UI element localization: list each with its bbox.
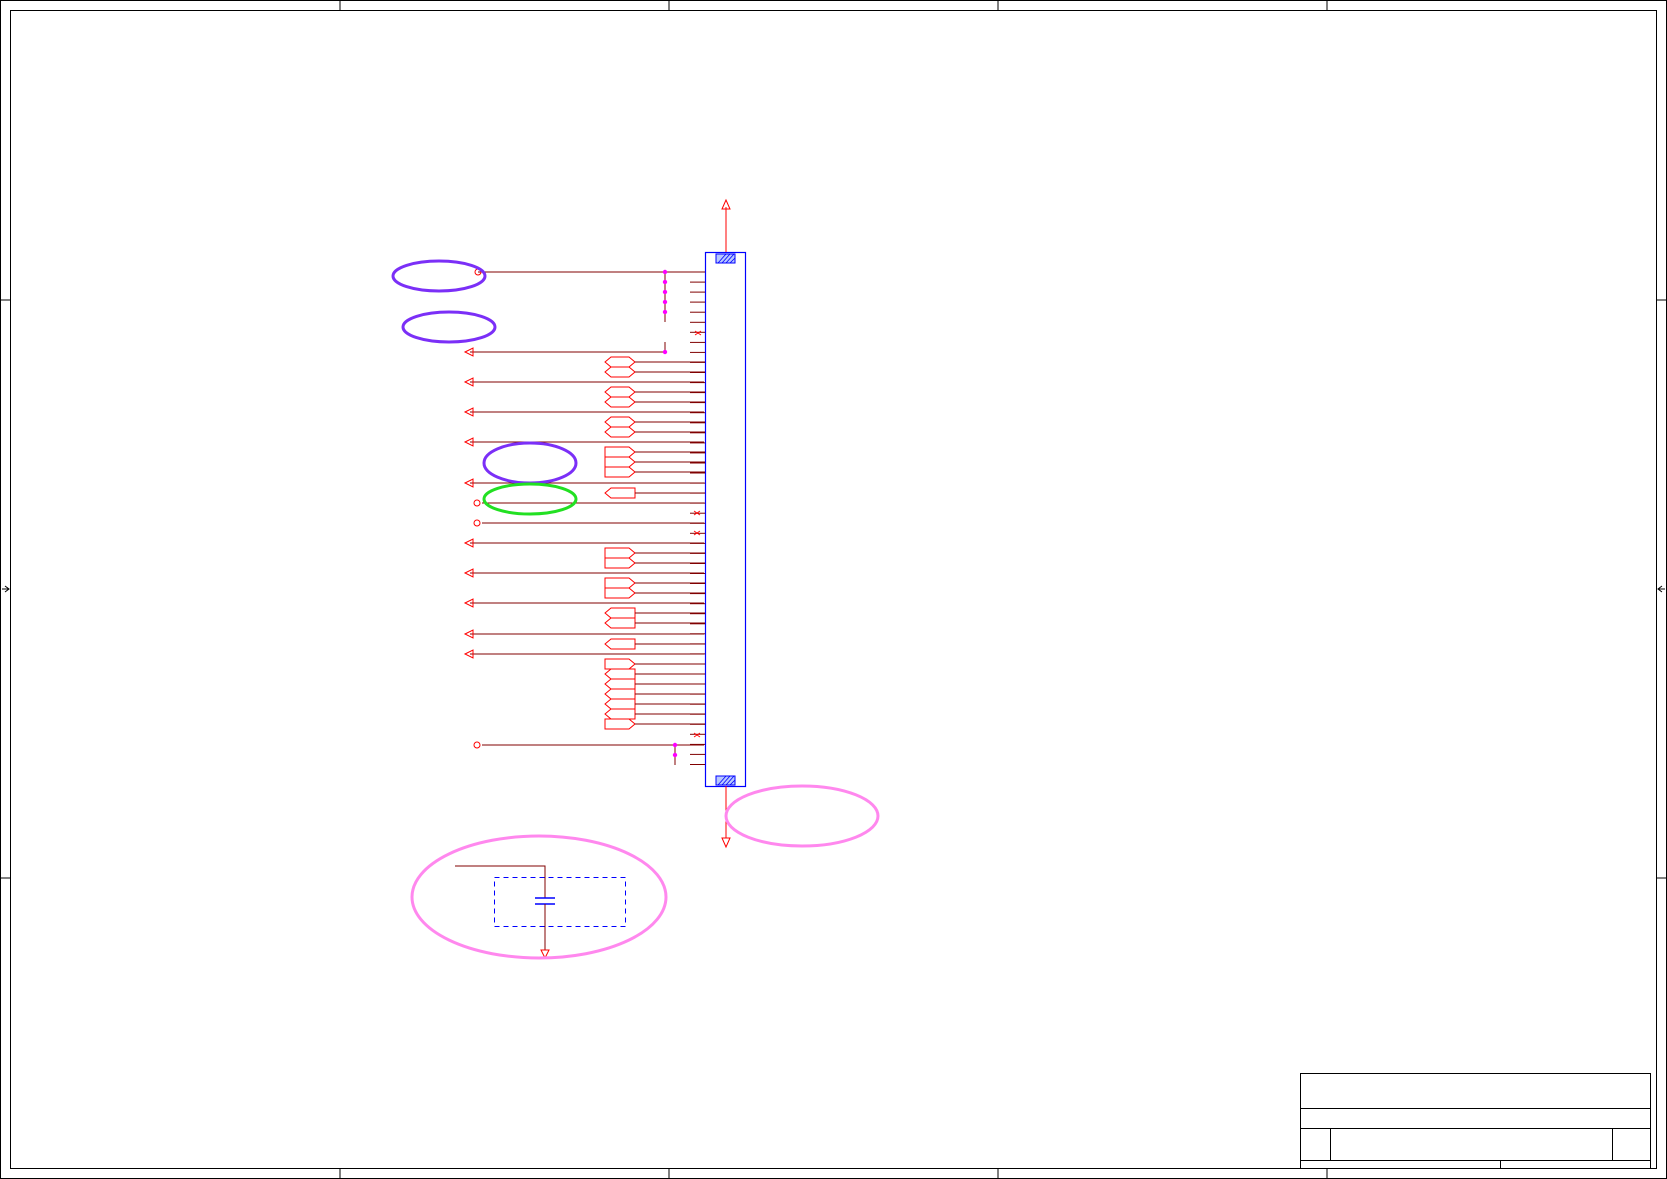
connector-pin-stubs xyxy=(690,271,705,765)
diff-port-1a xyxy=(604,356,636,368)
test-point-8 xyxy=(473,519,481,527)
power-symbols xyxy=(721,198,731,849)
in-port-11d xyxy=(604,698,636,710)
out-port-12 xyxy=(604,718,636,730)
diff-port-2a xyxy=(604,386,636,398)
junction-6 xyxy=(662,349,668,355)
junction-2 xyxy=(662,279,668,285)
diff-port-3a xyxy=(604,416,636,428)
out-port-4a xyxy=(604,446,636,458)
junction-4 xyxy=(662,299,668,305)
in-port-11b xyxy=(604,678,636,690)
out-port-7b xyxy=(604,587,636,599)
in-port-5 xyxy=(604,487,636,499)
highlight-bottom-gnd xyxy=(724,784,880,848)
drawing-frame xyxy=(0,0,1667,1179)
title-block-outer xyxy=(1300,1073,1651,1169)
connector-body xyxy=(704,251,747,788)
in-port-11e xyxy=(604,708,636,720)
junction-7 xyxy=(672,742,678,748)
diff-port-1b xyxy=(604,366,636,378)
outer-border xyxy=(0,0,1667,1179)
cap-wire-top xyxy=(455,865,546,898)
in-port-11c xyxy=(604,688,636,700)
in-port-8a xyxy=(604,607,636,619)
junction-1 xyxy=(662,269,668,275)
in-port-9 xyxy=(604,638,636,650)
highlight-power-net xyxy=(391,259,487,293)
out-port-6a xyxy=(604,547,636,559)
schematic-sheet xyxy=(0,0,1667,1179)
signal-wires xyxy=(470,271,704,765)
out-port-10 xyxy=(604,658,636,670)
center-arrow-right xyxy=(1657,585,1665,593)
out-port-4c xyxy=(604,466,636,478)
center-arrow-left xyxy=(2,585,10,593)
bottom-gnd-arrow xyxy=(721,837,731,849)
zone-ticks-top xyxy=(339,0,1328,11)
test-point-7 xyxy=(473,499,481,507)
in-port-8b xyxy=(604,617,636,629)
highlight-gnd-net xyxy=(401,310,497,344)
highlight-capacitor xyxy=(410,834,668,960)
zone-ticks-bottom xyxy=(339,1168,1328,1179)
highlight-signal-group xyxy=(482,441,578,485)
inner-border xyxy=(10,10,1657,1169)
no-connect-1 xyxy=(694,330,702,336)
junction-3 xyxy=(662,289,668,295)
test-point-14 xyxy=(473,741,481,749)
out-port-7a xyxy=(604,577,636,589)
no-connect-4 xyxy=(693,732,701,738)
connector xyxy=(704,251,747,788)
diff-port-2b xyxy=(604,396,636,408)
capacitor-circuit xyxy=(455,865,626,960)
in-port-11a xyxy=(604,668,636,680)
diff-port-3b xyxy=(604,426,636,438)
junction-5 xyxy=(662,309,668,315)
title-block xyxy=(1300,1073,1651,1169)
junction-8 xyxy=(672,752,678,758)
out-port-6b xyxy=(604,557,636,569)
cap-dashed-box xyxy=(494,877,626,927)
out-port-4b xyxy=(604,456,636,468)
highlight-signal-green xyxy=(482,482,578,516)
